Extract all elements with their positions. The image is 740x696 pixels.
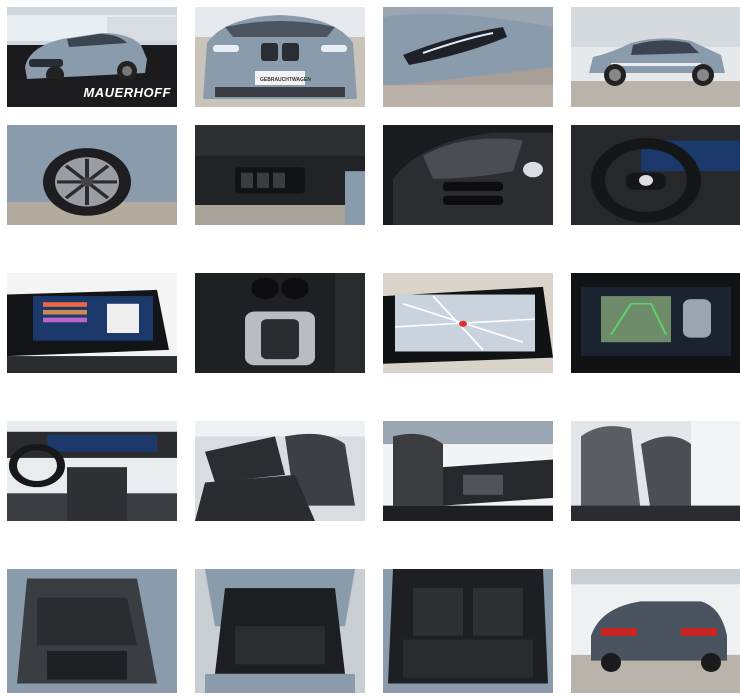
dashboard-icon: [7, 421, 177, 521]
gallery-photo-12[interactable]: [571, 273, 740, 373]
front-seats-icon: [195, 421, 365, 521]
gallery-photo-4[interactable]: [571, 7, 740, 107]
gallery-photo-15[interactable]: [383, 421, 553, 521]
gallery-photo-13[interactable]: [7, 421, 177, 521]
gallery-photo-2[interactable]: GEBRAUCHTWAGEN: [195, 7, 365, 107]
gallery-photo-19[interactable]: [383, 569, 553, 693]
car-front-icon: [195, 7, 365, 107]
car-rear-icon: [571, 569, 740, 693]
navigation-map-icon: [383, 273, 553, 373]
gallery-photo-18[interactable]: [195, 569, 365, 693]
gallery-photo-7[interactable]: [383, 125, 553, 225]
seat-side-icon: [571, 421, 740, 521]
steering-wheel-icon: [571, 125, 740, 225]
parking-camera-icon: [571, 273, 740, 373]
gallery-photo-16[interactable]: [571, 421, 740, 521]
trunk-open-icon: [195, 569, 365, 693]
gallery-photo-3[interactable]: [383, 7, 553, 107]
headlight-icon: [383, 7, 553, 107]
gallery-photo-5[interactable]: [7, 125, 177, 225]
gallery-photo-17[interactable]: [7, 569, 177, 693]
car-side-icon: [571, 7, 740, 107]
gallery-photo-10[interactable]: [195, 273, 365, 373]
photo-gallery: MAUERHOFF GEBRAUCHTWAGEN: [0, 0, 740, 696]
gallery-photo-9[interactable]: [7, 273, 177, 373]
door-panel-icon: [195, 125, 365, 225]
gallery-photo-20[interactable]: [571, 569, 740, 693]
watermark-text: MAUERHOFF: [83, 85, 171, 100]
gallery-photo-6[interactable]: [195, 125, 365, 225]
passenger-seat-icon: [383, 421, 553, 521]
gallery-photo-11[interactable]: [383, 273, 553, 373]
wheel-icon: [7, 125, 177, 225]
infotainment-screen-icon: [7, 273, 177, 373]
rear-seats-icon: [7, 569, 177, 693]
gallery-photo-14[interactable]: [195, 421, 365, 521]
gallery-photo-1[interactable]: MAUERHOFF: [7, 7, 177, 107]
dealer-badge: GEBRAUCHTWAGEN: [260, 77, 311, 83]
gallery-photo-8[interactable]: [571, 125, 740, 225]
gear-selector-icon: [195, 273, 365, 373]
trunk-space-icon: [383, 569, 553, 693]
vent-icon: [383, 125, 553, 225]
